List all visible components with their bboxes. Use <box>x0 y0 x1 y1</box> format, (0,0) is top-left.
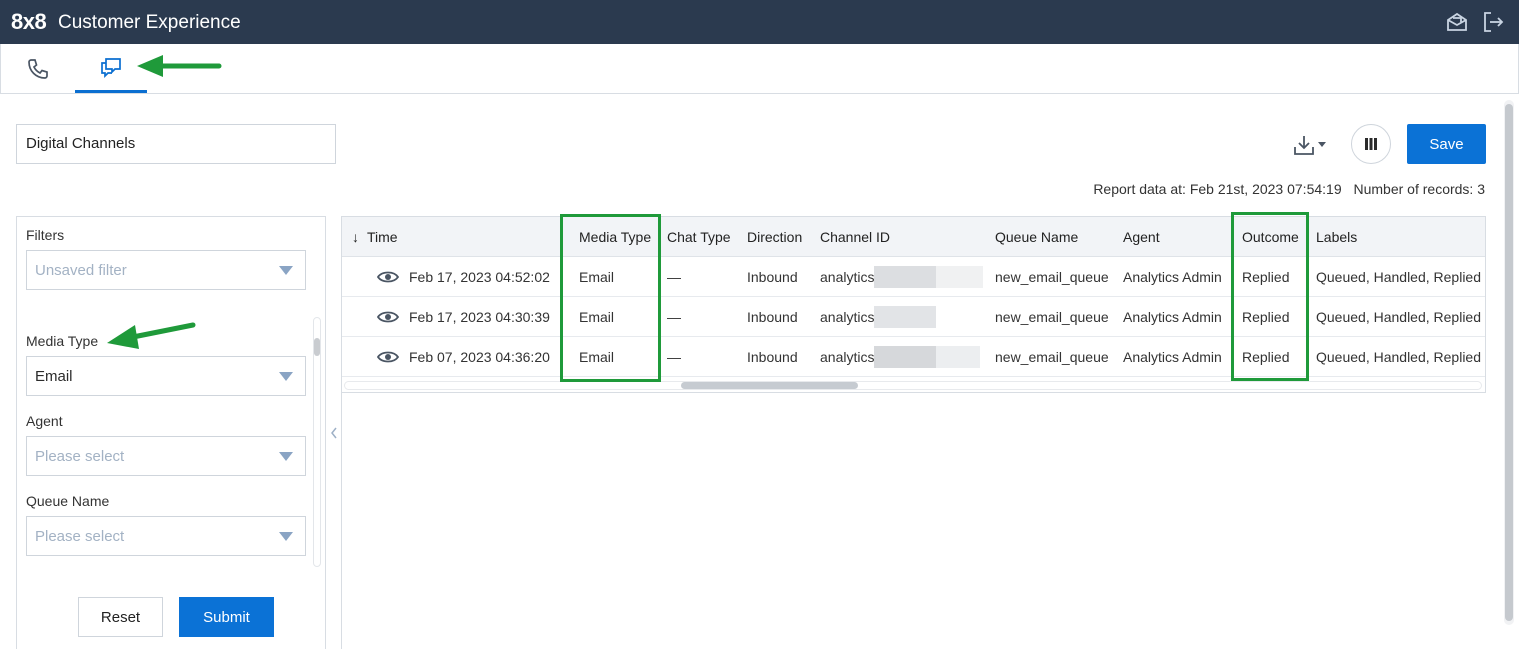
chevron-down-icon <box>279 266 293 275</box>
columns-button[interactable] <box>1351 124 1391 164</box>
saved-filter-select[interactable]: Unsaved filter <box>26 250 306 290</box>
eye-icon[interactable] <box>377 310 399 324</box>
grid-header: ↓ Time Media Type Chat Type Direction Ch… <box>342 217 1485 257</box>
channel-tabs <box>0 44 1519 94</box>
media-type-select[interactable]: Email <box>26 356 306 396</box>
redaction-block <box>936 266 983 288</box>
redaction-block <box>874 306 936 328</box>
column-header-queue-name[interactable]: Queue Name <box>995 229 1078 245</box>
column-header-direction[interactable]: Direction <box>747 229 802 245</box>
chevron-down-icon <box>1318 142 1326 147</box>
submit-button[interactable]: Submit <box>179 597 274 637</box>
chat-icon <box>101 58 121 79</box>
report-data-timestamp: Report data at: Feb 21st, 2023 07:54:19 <box>1093 181 1342 197</box>
highlight-outcome-column <box>1231 212 1309 381</box>
table-row[interactable]: Feb 17, 2023 04:52:02 Email — Inbound an… <box>342 257 1485 297</box>
media-type-label: Media Type <box>26 333 99 349</box>
grid-horizontal-scrollbar[interactable] <box>344 381 1482 390</box>
filters-panel: Filters Unsaved filter Media Type Email … <box>16 216 326 649</box>
agent-label: Agent <box>26 413 63 429</box>
chevron-down-icon <box>279 372 293 381</box>
agent-select[interactable]: Please select <box>26 436 306 476</box>
eye-icon[interactable] <box>377 270 399 284</box>
download-icon <box>1294 136 1314 155</box>
report-grid: ↓ Time Media Type Chat Type Direction Ch… <box>342 216 1486 393</box>
download-button[interactable] <box>1292 130 1334 160</box>
sort-desc-icon: ↓ <box>352 229 359 245</box>
columns-icon <box>1365 138 1377 150</box>
redaction-block <box>936 346 980 368</box>
chevron-down-icon <box>279 532 293 541</box>
column-header-chat-type[interactable]: Chat Type <box>667 229 731 245</box>
highlight-media-type-column <box>560 214 661 382</box>
filters-title: Filters <box>26 227 65 243</box>
column-header-agent[interactable]: Agent <box>1123 229 1160 245</box>
table-row[interactable]: Feb 17, 2023 04:30:39 Email — Inbound an… <box>342 297 1485 337</box>
redaction-block <box>874 266 936 288</box>
green-arrow-annotation <box>107 322 196 349</box>
brand-logo: 8x8 <box>11 9 47 34</box>
redaction-block <box>874 346 936 368</box>
app-title: Customer Experience <box>58 12 241 33</box>
queue-name-select[interactable]: Please select <box>26 516 306 556</box>
page-vertical-scrollbar[interactable] <box>1504 100 1514 625</box>
filters-scrollbar[interactable] <box>313 317 321 567</box>
eye-icon[interactable] <box>377 350 399 364</box>
column-header-channel-id[interactable]: Channel ID <box>820 229 890 245</box>
record-count: Number of records: 3 <box>1353 181 1486 197</box>
chevron-left-icon <box>330 427 337 438</box>
app-header: 8x8 Customer Experience <box>0 0 1519 44</box>
logout-icon[interactable] <box>1481 10 1505 34</box>
save-button[interactable]: Save <box>1407 124 1486 164</box>
table-row[interactable]: Feb 07, 2023 04:36:20 Email — Inbound an… <box>342 337 1485 377</box>
queue-name-label: Queue Name <box>26 493 110 509</box>
report-meta: Report data at: Feb 21st, 2023 07:54:19 … <box>1093 181 1485 197</box>
phone-icon <box>28 58 48 79</box>
column-header-labels[interactable]: Labels <box>1316 229 1357 245</box>
column-header-time[interactable]: Time <box>367 229 398 245</box>
mail-open-icon[interactable] <box>1445 10 1469 34</box>
tab-voice[interactable] <box>2 44 74 93</box>
collapse-filters-handle[interactable] <box>326 216 342 649</box>
reset-button[interactable]: Reset <box>78 597 163 637</box>
green-arrow-annotation <box>137 55 222 77</box>
report-name-input[interactable]: Digital Channels <box>16 124 336 164</box>
chevron-down-icon <box>279 452 293 461</box>
